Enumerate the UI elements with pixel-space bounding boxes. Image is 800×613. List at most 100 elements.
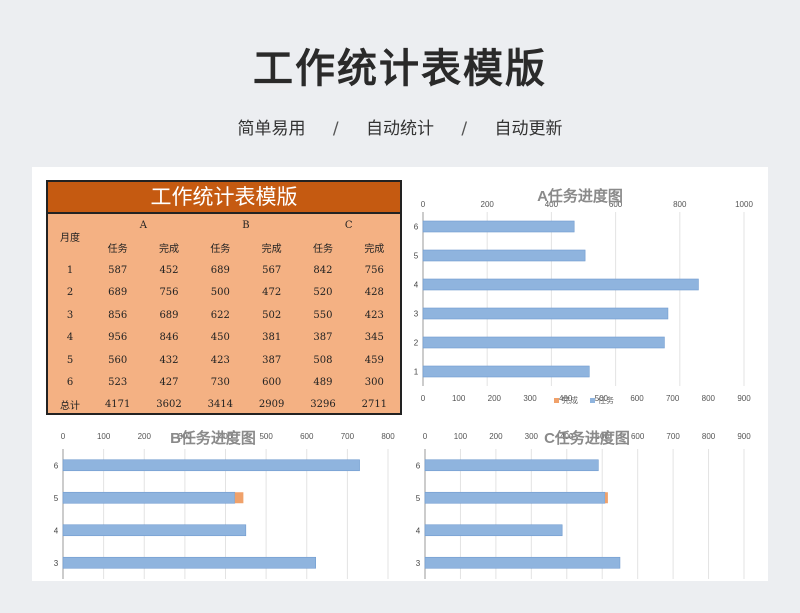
row-label: 2 xyxy=(66,287,74,299)
chart-c: 0 100 200 300 400 500 600 700 800 900 3 4 5 6 C任务进度图 xyxy=(406,419,756,579)
row-label: 5 xyxy=(66,354,74,366)
total-label: 总计 xyxy=(60,400,80,412)
row-label: 1 xyxy=(66,264,74,276)
category-label: 4 xyxy=(416,526,421,535)
done-bar xyxy=(605,492,608,504)
table-row: 3 856 689 622 502 550 423 xyxy=(48,304,400,327)
cell: 423 xyxy=(364,309,384,321)
task-bar xyxy=(62,459,360,472)
task-bar xyxy=(424,459,599,472)
legend-swatch-done xyxy=(554,398,559,403)
chart-title: B任务进度图 xyxy=(170,429,256,447)
category-label: 3 xyxy=(54,559,59,568)
category-label: 6 xyxy=(414,223,419,232)
chart-svg: 0 200 400 600 800 10000 100 200 300 400 500 600 700 8… xyxy=(414,187,754,405)
sub-header: 任务 xyxy=(210,244,231,256)
task-bar xyxy=(422,278,699,291)
row-label: 3 xyxy=(66,309,74,321)
task-bar xyxy=(424,524,563,537)
cell: 956 xyxy=(108,332,128,344)
cell: 387 xyxy=(313,332,333,344)
task-bar xyxy=(422,307,669,320)
bottom-tick-label: 600 xyxy=(630,394,644,403)
total-row: 总计 4171 3602 3414 2909 3296 2711 xyxy=(48,394,400,414)
cell: 550 xyxy=(313,309,333,321)
cell: 856 xyxy=(108,309,128,321)
stats-grid: 月度 A B C 任务 完成 任务 完成 任务 完成 1 587 452 689… xyxy=(48,214,400,414)
sub-header: 任务 xyxy=(312,244,333,256)
done-bar xyxy=(234,492,244,504)
tag-auto-update: 自动更新 xyxy=(494,119,563,139)
bottom-tick-label: 800 xyxy=(702,394,716,403)
bottom-tick-label: 900 xyxy=(737,394,751,403)
cell: 600 xyxy=(262,377,282,389)
top-tick-label: 600 xyxy=(631,432,645,441)
task-bar xyxy=(424,491,606,504)
cell: 428 xyxy=(364,287,384,299)
cell: 689 xyxy=(108,287,128,299)
total-cell: 3602 xyxy=(156,398,182,410)
task-bar xyxy=(62,524,247,537)
top-tick-label: 800 xyxy=(381,432,395,441)
task-bar xyxy=(62,491,236,504)
chart-svg: 0 100 200 300 400 500 600 700 8003456B任务进度图 xyxy=(54,429,395,579)
cell: 567 xyxy=(262,264,282,276)
top-tick-label: 500 xyxy=(259,432,273,441)
legend-label: 完成 xyxy=(562,395,578,405)
top-tick-label: 100 xyxy=(97,432,111,441)
total-cell: 3296 xyxy=(310,398,336,410)
category-label: 5 xyxy=(414,252,419,261)
top-tick-label: 200 xyxy=(138,432,152,441)
top-tick-label: 900 xyxy=(737,432,751,441)
table-row: 6 523 427 730 600 489 300 xyxy=(48,372,400,395)
top-tick-label: 0 xyxy=(423,432,428,441)
cell: 300 xyxy=(364,377,384,389)
bottom-tick-label: 100 xyxy=(452,394,466,403)
top-tick-label: 700 xyxy=(341,432,355,441)
bottom-tick-label: 300 xyxy=(523,394,537,403)
top-tick-label: 100 xyxy=(454,432,468,441)
top-tick-label: 300 xyxy=(525,432,539,441)
cell: 622 xyxy=(210,309,230,321)
category-label: 4 xyxy=(54,526,59,535)
top-tick-label: 0 xyxy=(421,200,426,209)
cell: 842 xyxy=(313,264,333,276)
table-row: 2 689 756 500 472 520 428 xyxy=(48,282,400,305)
tag-separator: / xyxy=(332,119,339,139)
chart-a: 0 200 400 600 800 1000 0 100 200 300 400 500 600 700 8… xyxy=(404,179,756,415)
sub-header: 完成 xyxy=(158,244,179,256)
cell: 432 xyxy=(159,354,179,366)
cell: 489 xyxy=(313,377,333,389)
spreadsheet-preview: 工作统计表模版 月度 A B C 任务 完成 任务 完成 任务 完成 1 587… xyxy=(32,167,768,581)
row-label: 6 xyxy=(66,377,74,389)
category-label: 2 xyxy=(414,339,419,348)
task-bar xyxy=(62,556,316,569)
cell: 423 xyxy=(210,354,230,366)
cell: 500 xyxy=(210,287,230,299)
tag-separator: / xyxy=(461,119,468,139)
task-bar xyxy=(424,556,621,569)
sub-header: 完成 xyxy=(364,244,385,256)
top-tick-label: 800 xyxy=(702,432,716,441)
group-header-b: B xyxy=(242,219,250,231)
chart-title: C任务进度图 xyxy=(544,429,630,447)
stats-table: 工作统计表模版 月度 A B C 任务 完成 任务 完成 任务 完成 1 587… xyxy=(46,180,402,415)
legend-swatch-task xyxy=(590,398,595,403)
cell: 520 xyxy=(313,287,333,299)
sub-header: 完成 xyxy=(261,244,282,256)
cell: 756 xyxy=(364,264,384,276)
bottom-tick-label: 200 xyxy=(488,394,502,403)
cell: 689 xyxy=(159,309,179,321)
cell: 381 xyxy=(262,332,282,344)
category-label: 6 xyxy=(416,461,421,470)
sub-header: 任务 xyxy=(107,244,128,256)
top-tick-label: 200 xyxy=(489,432,503,441)
top-tick-label: 600 xyxy=(300,432,314,441)
total-cell: 2711 xyxy=(361,398,388,410)
cell: 587 xyxy=(108,264,128,276)
category-label: 5 xyxy=(416,494,421,503)
cell: 502 xyxy=(262,309,282,321)
row-label: 4 xyxy=(66,332,74,344)
cell: 730 xyxy=(210,377,230,389)
cell: 472 xyxy=(262,287,282,299)
